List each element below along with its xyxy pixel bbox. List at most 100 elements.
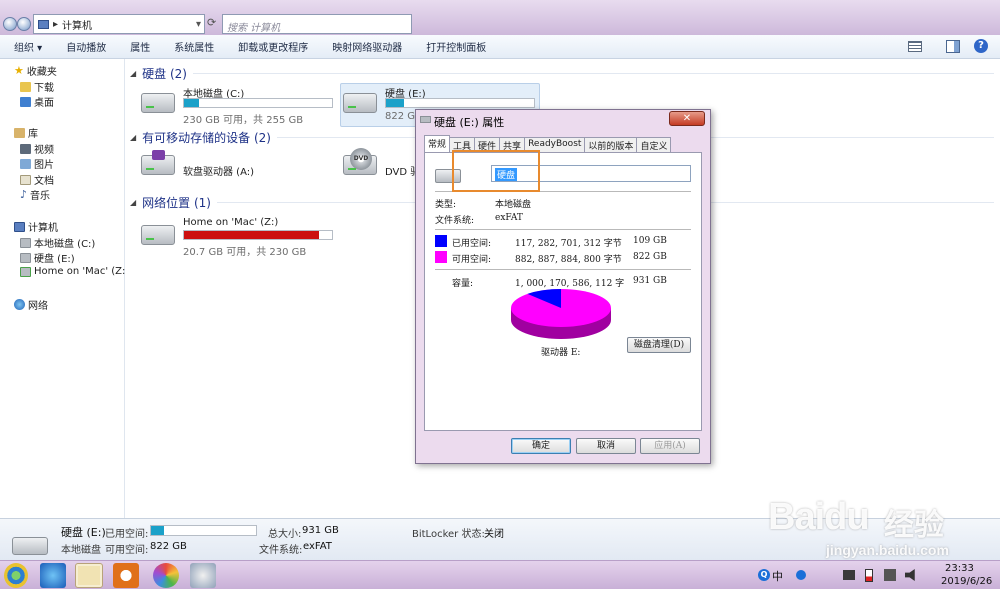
clock-date[interactable]: 2019/6/26 [941, 576, 992, 587]
refresh-icon[interactable]: ⟳ [207, 16, 219, 30]
hard-drive-icon [343, 93, 377, 113]
view-options-icon[interactable] [908, 41, 922, 52]
capacity-gb: 931 GB [633, 276, 667, 286]
drive-c-usage-bar [183, 98, 333, 108]
sidebar-item-network[interactable]: 网络 [14, 297, 48, 312]
help-icon[interactable]: ? [974, 39, 988, 53]
details-bitlocker: 关闭 [484, 529, 504, 540]
sidebar-item-libraries[interactable]: 库 [14, 125, 38, 140]
library-icon [14, 127, 25, 138]
sidebar-item-home-mac[interactable]: Home on 'Mac' (Z:) [20, 266, 129, 277]
annotation-highlight [452, 150, 540, 192]
section-hard-drives[interactable]: ◢ 硬盘 (2) [130, 65, 994, 82]
hard-drive-icon [20, 252, 31, 263]
ime-indicator[interactable]: 中 [772, 568, 783, 584]
floppy-drive-a[interactable]: 软盘驱动器 (A:) [141, 150, 301, 187]
hard-drive-icon [20, 237, 31, 248]
network-icon [14, 299, 25, 310]
flag-icon[interactable] [843, 570, 855, 580]
used-space-swatch [435, 235, 447, 247]
used-bytes: 117, 282, 701, 312 字节 [515, 239, 622, 249]
sidebar-item-videos[interactable]: 视频 [20, 141, 54, 156]
cancel-button[interactable]: 取消 [576, 438, 636, 454]
browser-icon[interactable] [153, 563, 179, 588]
type-value: 本地磁盘 [495, 200, 532, 210]
control-panel-button[interactable]: 打开控制面板 [414, 39, 498, 54]
hard-drive-icon [141, 93, 175, 113]
drive-c[interactable]: 本地磁盘 (C:) 230 GB 可用，共 255 GB [141, 85, 341, 126]
drive-letter-label: 驱动器 E: [541, 348, 581, 358]
desktop-icon [20, 96, 31, 107]
apply-button[interactable]: 应用(A) [640, 438, 700, 454]
back-icon[interactable] [3, 17, 17, 31]
sidebar-item-music[interactable]: ♪ 音乐 [20, 187, 50, 202]
tab-general[interactable]: 常规 [424, 135, 451, 152]
preview-pane-icon[interactable] [946, 40, 960, 53]
general-panel: 硬盘 类型: 本地磁盘 文件系统: exFAT 已用空间: 117, 282, … [424, 152, 702, 431]
folder-icon [20, 81, 31, 92]
search-input[interactable]: 搜索 计算机 [222, 14, 412, 34]
disk-cleanup-button[interactable]: 磁盘清理(D) [627, 337, 691, 353]
details-filesystem: exFAT [303, 541, 332, 552]
address-bar[interactable]: ▸ 计算机 ▾ [33, 14, 205, 34]
sidebar-item-favorites[interactable]: ★ 收藏夹 [14, 63, 57, 78]
system-properties-button[interactable]: 系统属性 [162, 39, 226, 54]
used-gb: 109 GB [633, 236, 667, 246]
watermark-brand: Baidu [768, 496, 870, 538]
device-icon[interactable] [884, 569, 896, 581]
details-free: 822 GB [150, 541, 187, 552]
clock-time[interactable]: 23:33 [945, 563, 974, 574]
uninstall-button[interactable]: 卸载或更改程序 [226, 39, 320, 54]
sidebar-item-documents[interactable]: 文档 [20, 172, 54, 187]
document-icon [20, 174, 31, 185]
navigation-pane: ★ 收藏夹 下载 桌面 库 视频 图片 文档 ♪ 音乐 计算机 本地磁盘 (C:) … [0, 59, 129, 518]
media-player-icon[interactable] [113, 563, 139, 588]
tab-previous-versions[interactable]: 以前的版本 [584, 137, 638, 152]
sidebar-item-local-disk-c[interactable]: 本地磁盘 (C:) [20, 235, 95, 250]
volume-icon[interactable] [905, 569, 915, 581]
details-drive-name: 硬盘 (E:) [61, 526, 106, 539]
sidebar-item-downloads[interactable]: 下载 [20, 79, 54, 94]
autoplay-button[interactable]: 自动播放 [54, 39, 118, 54]
network-drive-icon [141, 225, 175, 245]
file-explorer-icon[interactable] [75, 563, 103, 588]
collapse-icon: ◢ [130, 133, 137, 142]
battery-icon[interactable] [865, 569, 873, 582]
tab-customize[interactable]: 自定义 [636, 137, 672, 152]
address-dropdown-icon[interactable]: ▾ [196, 19, 201, 30]
internet-explorer-icon[interactable] [40, 563, 66, 588]
close-button[interactable]: ✕ [669, 111, 705, 126]
watermark-cn: 经验 [884, 509, 944, 542]
sidebar-item-disk-e[interactable]: 硬盘 (E:) [20, 250, 75, 265]
star-icon: ★ [14, 64, 24, 77]
command-bar: 组织 ▾ 自动播放 属性 系统属性 卸载或更改程序 映射网络驱动器 打开控制面板… [0, 35, 1000, 59]
sidebar-item-pictures[interactable]: 图片 [20, 156, 54, 171]
picture-icon [20, 158, 31, 169]
computer-icon [38, 19, 49, 29]
sidebar-item-computer[interactable]: 计算机 [14, 219, 58, 234]
app-icon[interactable] [190, 563, 216, 588]
free-bytes: 882, 887, 884, 800 字节 [515, 255, 622, 265]
collapse-icon: ◢ [130, 69, 137, 78]
watermark-url: jingyan.baidu.com [826, 542, 949, 558]
details-total-size: 931 GB [302, 525, 339, 536]
start-icon[interactable] [4, 563, 28, 588]
properties-button[interactable]: 属性 [118, 39, 162, 54]
dialog-title: 硬盘 (E:) 属性 [434, 116, 505, 129]
computer-icon [14, 221, 25, 232]
sidebar-item-desktop[interactable]: 桌面 [20, 94, 54, 109]
forward-icon[interactable] [17, 17, 31, 31]
details-usage-bar [150, 525, 257, 536]
address-text: 计算机 [62, 20, 93, 32]
hard-drive-icon [12, 537, 48, 555]
network-drive-z[interactable]: Home on 'Mac' (Z:) 20.7 GB 可用，共 230 GB [141, 217, 341, 258]
video-icon [20, 143, 31, 154]
floppy-icon [141, 150, 175, 175]
qq-icon[interactable]: Q [758, 569, 770, 581]
ok-button[interactable]: 确定 [511, 438, 571, 454]
organize-button[interactable]: 组织 ▾ [0, 39, 54, 54]
tray-icon[interactable] [796, 570, 806, 580]
dvd-icon: DVD [343, 148, 377, 175]
map-network-drive-button[interactable]: 映射网络驱动器 [320, 39, 414, 54]
drive-z-usage-bar [183, 230, 333, 240]
